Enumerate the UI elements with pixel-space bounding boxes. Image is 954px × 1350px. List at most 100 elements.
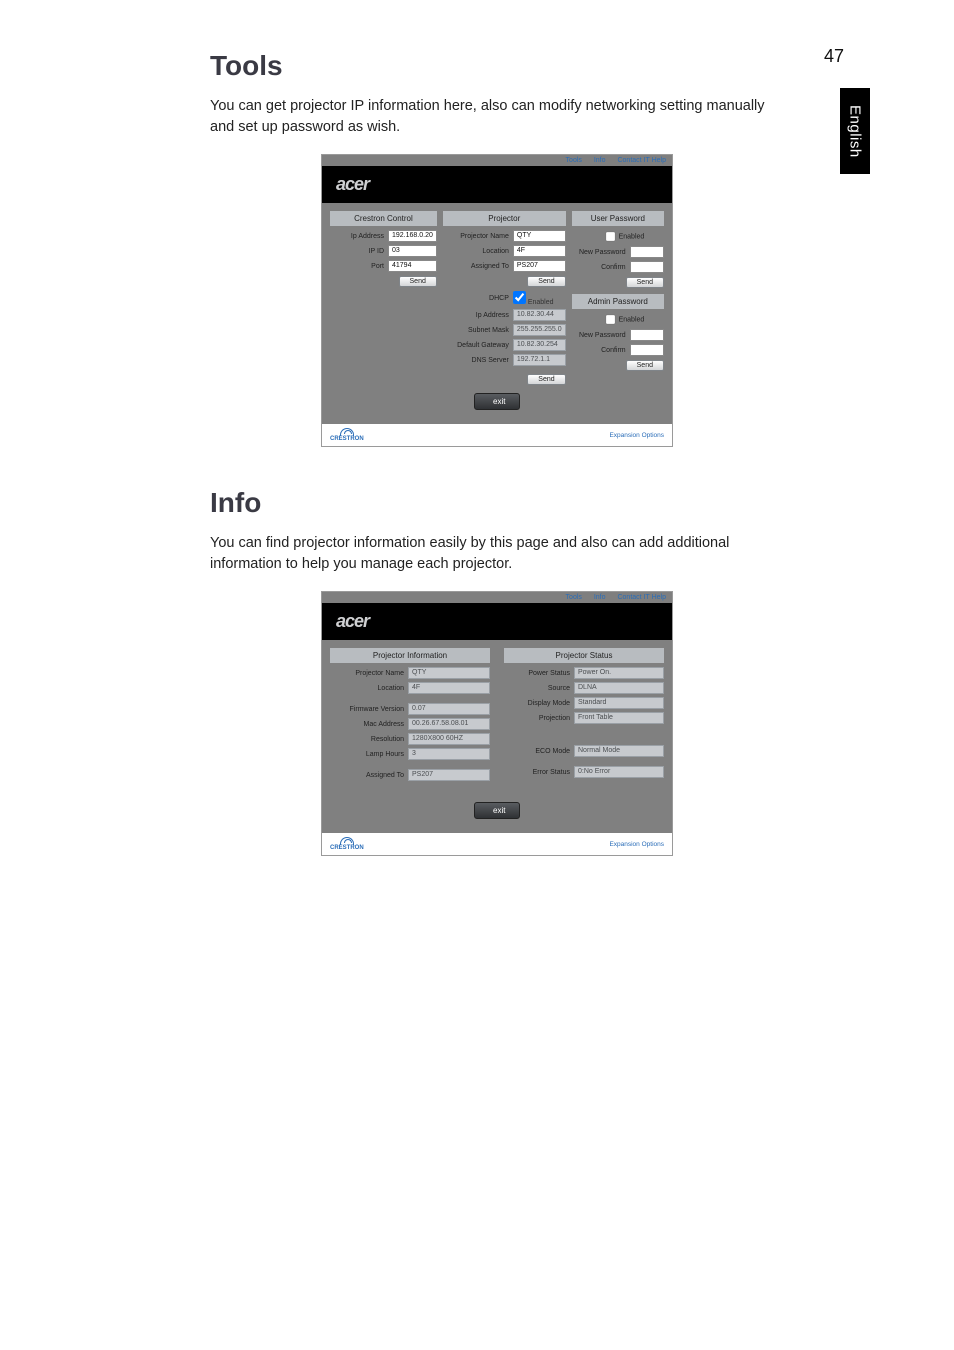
lbl-info-err: Error Status [504, 769, 574, 776]
topbar-tools[interactable]: Tools [566, 594, 582, 601]
dhcp-enabled-label: Enabled [528, 299, 554, 306]
lbl-ip-address: Ip Address [330, 233, 388, 240]
crestron-text: CRESTRON [330, 436, 364, 442]
adminpw-enable-checkbox[interactable] [605, 314, 615, 324]
topbar-contact[interactable]: Contact IT Help [617, 594, 666, 601]
subnet: 255.255.255.0 [513, 324, 566, 336]
lbl-proj-name: Projector Name [443, 233, 513, 240]
userpw-enable-checkbox[interactable] [605, 231, 615, 241]
adminpw-send-button[interactable]: Send [626, 360, 664, 371]
projector-head: Projector [443, 211, 566, 226]
gateway: 10.82.30.254 [513, 339, 566, 351]
info-lede: You can find projector information easil… [210, 533, 784, 575]
port-input[interactable]: 41794 [388, 260, 437, 272]
lbl-info-source: Source [504, 685, 574, 692]
language-tab: English [840, 88, 870, 174]
topbar: Tools Info Contact IT Help [322, 155, 672, 166]
topbar-info[interactable]: Info [594, 594, 606, 601]
ip-id-input[interactable]: 03 [388, 245, 437, 257]
info-projn: Front Table [574, 712, 664, 724]
page-number: 47 [824, 46, 844, 67]
acer-logo: acer [336, 611, 369, 632]
crestron-ip-input[interactable]: 192.168.0.20 [388, 230, 437, 242]
lbl-ip-id: IP ID [330, 248, 388, 255]
proj-info-head: Projector Information [330, 648, 490, 663]
info-res: 1280X800 60HZ [408, 733, 490, 745]
lbl-gateway: Default Gateway [443, 342, 513, 349]
info-mac: 00.26.67.58.08.01 [408, 718, 490, 730]
crestron-logo: CRESTRON [330, 837, 364, 851]
lbl-info-location: Location [330, 685, 408, 692]
userpw-enable-label: Enabled [619, 233, 645, 240]
info-eco: Normal Mode [574, 745, 664, 757]
expansion-options-link[interactable]: Expansion Options [609, 841, 664, 848]
dhcp-checkbox[interactable] [513, 291, 526, 304]
dns: 192.72.1.1 [513, 354, 566, 366]
tools-screenshot: Tools Info Contact IT Help acer Crestron… [321, 154, 673, 447]
info-projname: QTY [408, 667, 490, 679]
lbl-admin-confirm: Confirm [572, 347, 630, 354]
network-send-button[interactable]: Send [527, 374, 565, 385]
lbl-info-lamp: Lamp Hours [330, 751, 408, 758]
topbar-tools[interactable]: Tools [566, 157, 582, 164]
crestron-head: Crestron Control [330, 211, 437, 226]
info-lamp: 3 [408, 748, 490, 760]
lbl-user-newpw: New Password [572, 249, 630, 256]
lbl-assigned: Assigned To [443, 263, 513, 270]
lbl-info-disp: Display Mode [504, 700, 574, 707]
lbl-dhcp: DHCP [443, 295, 513, 302]
crestron-text: CRESTRON [330, 845, 364, 851]
user-confirm-input[interactable] [630, 261, 664, 273]
projector-send-button[interactable]: Send [527, 276, 565, 287]
lbl-admin-newpw: New Password [572, 332, 630, 339]
userpw-head: User Password [572, 211, 664, 226]
info-screenshot: Tools Info Contact IT Help acer Projecto… [321, 591, 673, 856]
userpw-send-button[interactable]: Send [626, 277, 664, 288]
lbl-info-projname: Projector Name [330, 670, 408, 677]
info-disp: Standard [574, 697, 664, 709]
location-input[interactable]: 4F [513, 245, 566, 257]
proj-status-head: Projector Status [504, 648, 664, 663]
info-exit-button[interactable]: exit [474, 802, 520, 819]
admin-newpw-input[interactable] [630, 329, 664, 341]
lbl-info-power: Power Status [504, 670, 574, 677]
info-source: DLNA [574, 682, 664, 694]
lbl-info-projn: Projection [504, 715, 574, 722]
language-tab-label: English [847, 105, 864, 158]
info-fw: 0.07 [408, 703, 490, 715]
lbl-user-confirm: Confirm [572, 264, 630, 271]
adminpw-head: Admin Password [572, 294, 664, 309]
lbl-info-res: Resolution [330, 736, 408, 743]
lbl-net-ip: Ip Address [443, 312, 513, 319]
brand-bar: acer [322, 166, 672, 203]
info-err: 0:No Error [574, 766, 664, 778]
acer-logo: acer [336, 174, 369, 195]
expansion-options-link[interactable]: Expansion Options [609, 432, 664, 439]
lbl-port: Port [330, 263, 388, 270]
info-power: Power On. [574, 667, 664, 679]
info-heading: Info [210, 487, 784, 519]
lbl-location: Location [443, 248, 513, 255]
lbl-info-fw: Firmware Version [330, 706, 408, 713]
brand-bar: acer [322, 603, 672, 640]
net-ip: 10.82.30.44 [513, 309, 566, 321]
adminpw-enable-label: Enabled [619, 316, 645, 323]
info-assigned: PS207 [408, 769, 490, 781]
crestron-logo: CRESTRON [330, 428, 364, 442]
info-location: 4F [408, 682, 490, 694]
assigned-input[interactable]: PS207 [513, 260, 566, 272]
crestron-send-button[interactable]: Send [399, 276, 437, 287]
lbl-dns: DNS Server [443, 357, 513, 364]
topbar-info[interactable]: Info [594, 157, 606, 164]
lbl-info-mac: Mac Address [330, 721, 408, 728]
topbar-contact[interactable]: Contact IT Help [617, 157, 666, 164]
lbl-info-eco: ECO Mode [504, 748, 574, 755]
user-newpw-input[interactable] [630, 246, 664, 258]
admin-confirm-input[interactable] [630, 344, 664, 356]
topbar: Tools Info Contact IT Help [322, 592, 672, 603]
proj-name-input[interactable]: QTY [513, 230, 566, 242]
lbl-info-assigned: Assigned To [330, 772, 408, 779]
lbl-subnet: Subnet Mask [443, 327, 513, 334]
tools-exit-button[interactable]: exit [474, 393, 520, 410]
tools-heading: Tools [210, 50, 784, 82]
